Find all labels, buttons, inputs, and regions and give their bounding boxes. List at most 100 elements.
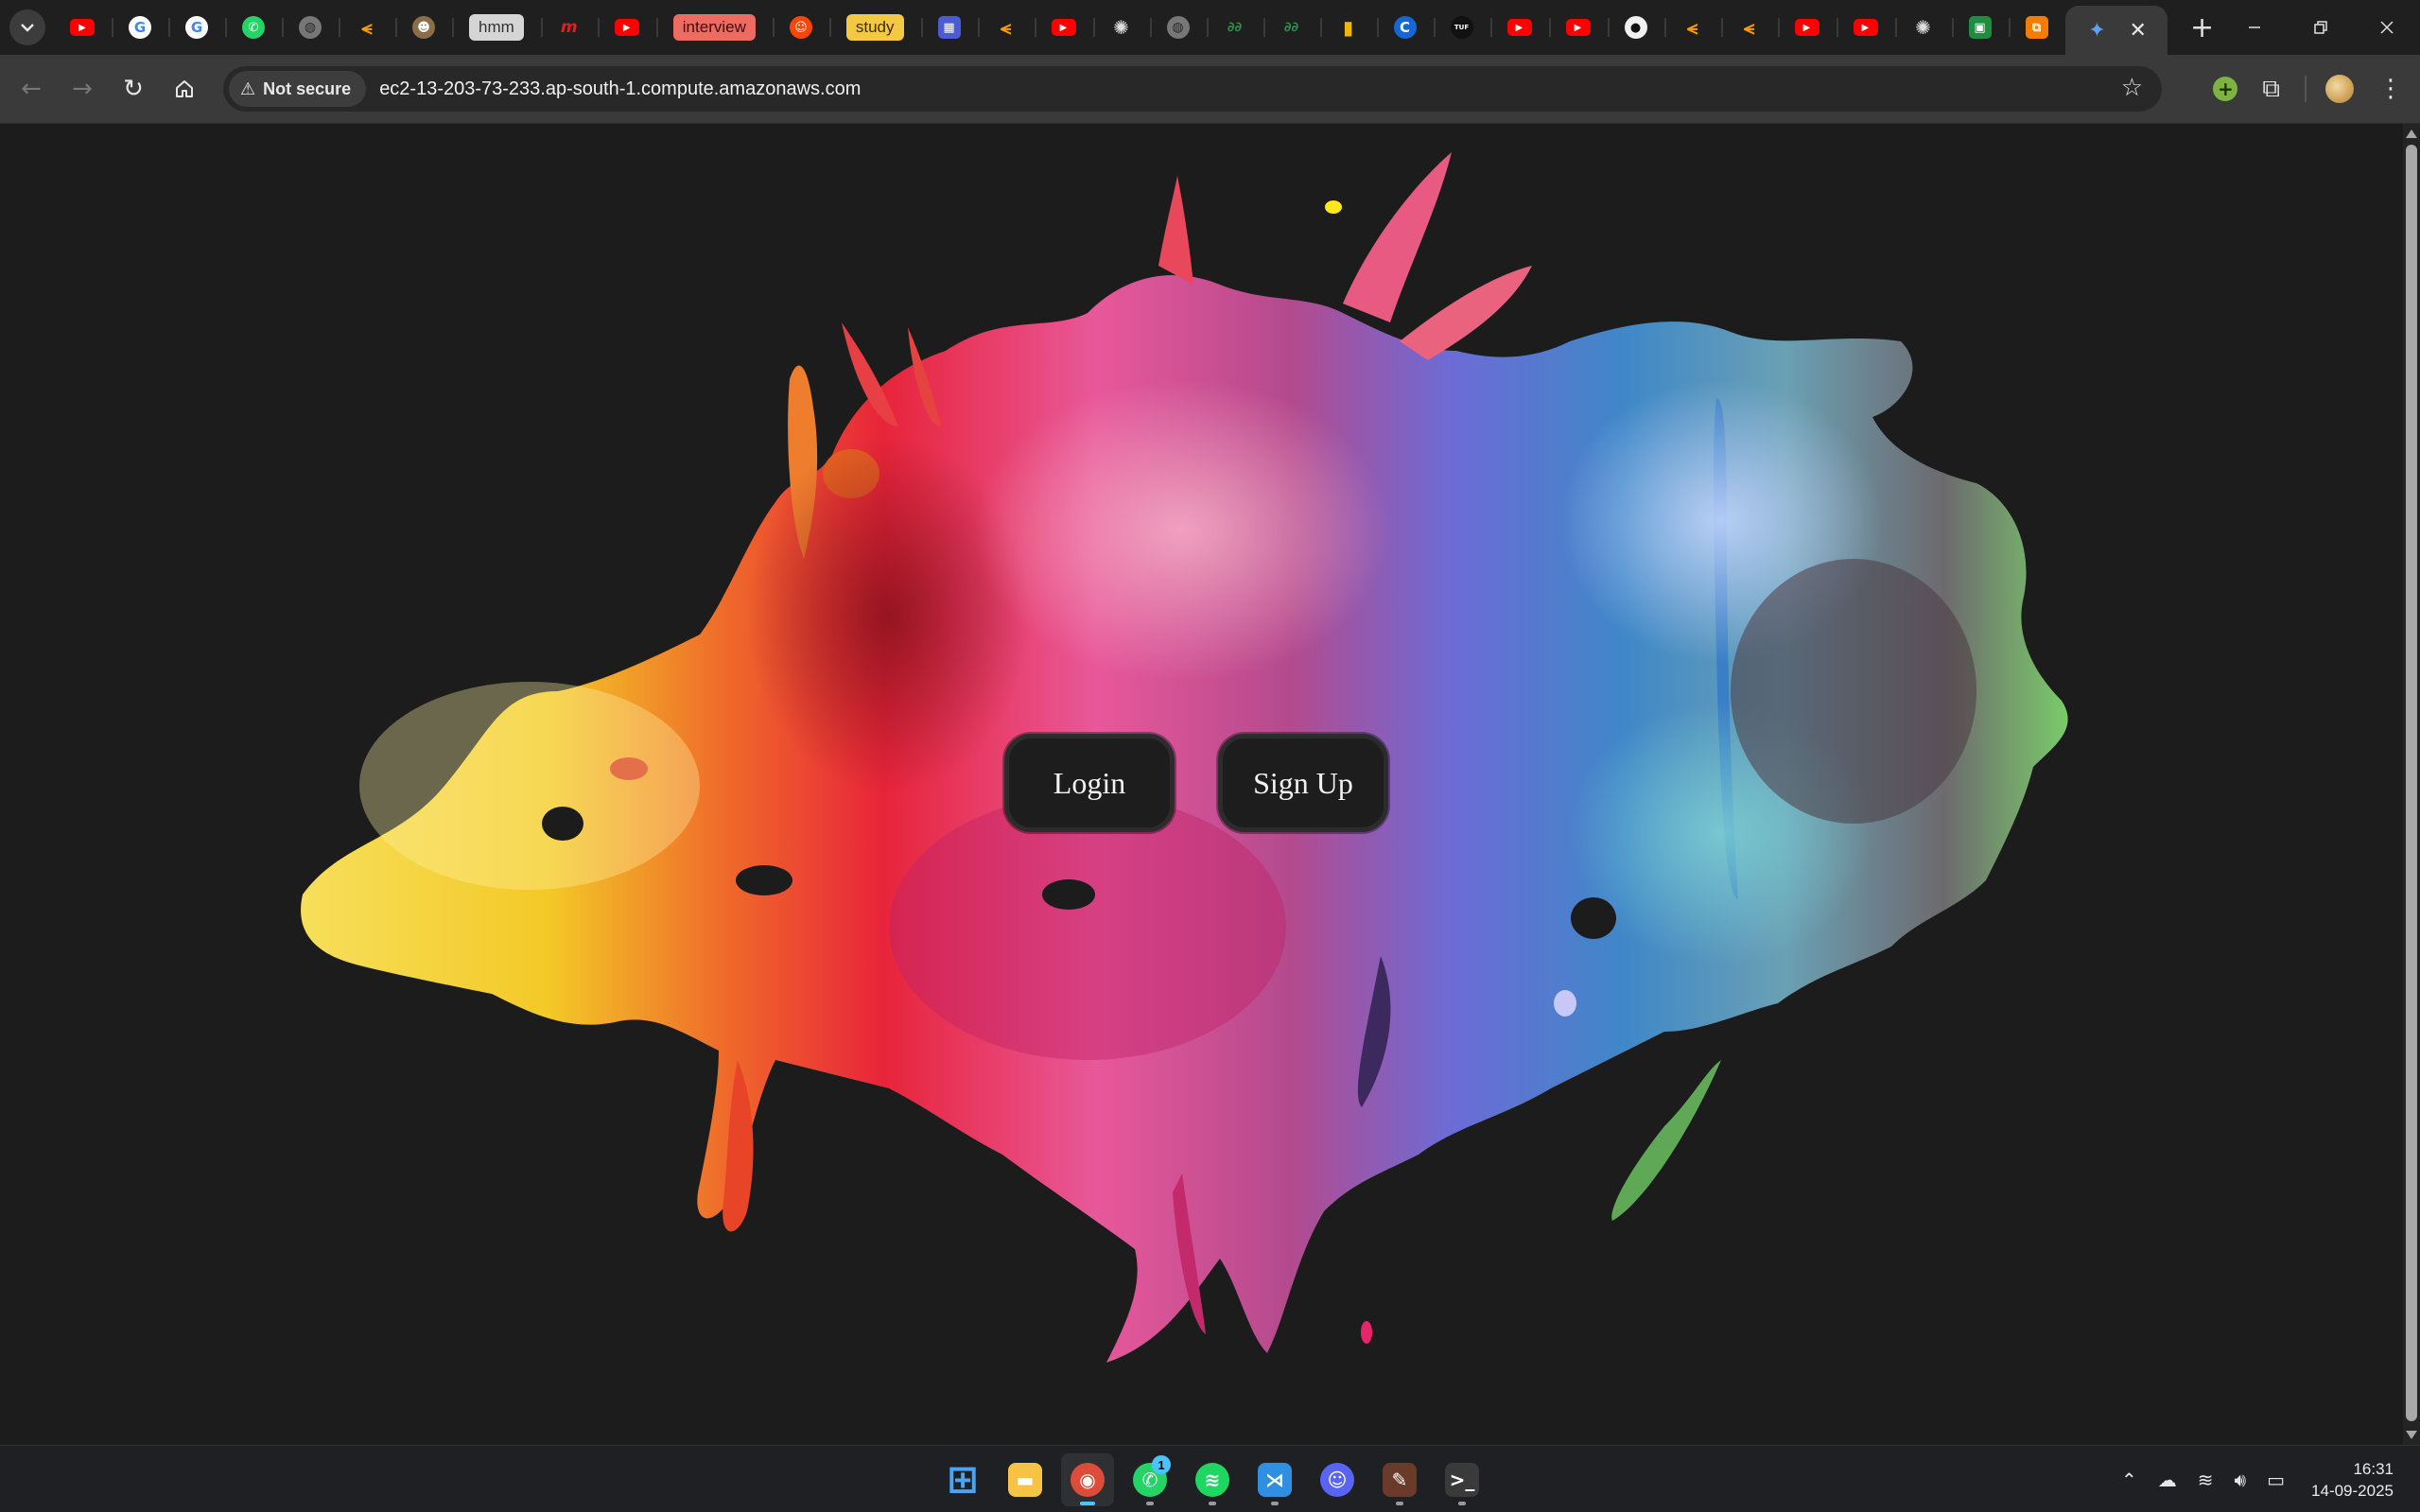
reload-button[interactable]: ↻ bbox=[108, 63, 159, 114]
vscode-icon: ⋊ bbox=[1258, 1463, 1292, 1497]
back-button[interactable]: ← bbox=[6, 63, 57, 114]
running-indicator bbox=[1271, 1502, 1279, 1505]
google-icon: G bbox=[185, 16, 208, 39]
tab-group-chip[interactable]: interview bbox=[672, 14, 756, 41]
geeksforgeeks-icon: ∂∂ bbox=[1283, 20, 1299, 35]
tab-search-button[interactable] bbox=[9, 9, 45, 45]
browser-tab[interactable]: ∂∂ bbox=[1206, 0, 1263, 55]
address-bar[interactable]: ⚠ Not secure ec2-13-203-73-233.ap-south-… bbox=[223, 66, 2162, 112]
browser-tab[interactable]: interview bbox=[655, 0, 773, 55]
amazon-icon: ⪪ bbox=[1686, 16, 1698, 39]
green-extension-icon[interactable]: + bbox=[2213, 77, 2238, 101]
browser-tab[interactable]: ⪪ bbox=[1663, 0, 1721, 55]
restore-button[interactable] bbox=[2288, 0, 2354, 55]
browser-menu-icon[interactable]: ⋮ bbox=[2378, 75, 2403, 103]
amazon-icon: ⪪ bbox=[361, 16, 373, 39]
browser-tab[interactable]: ▶ bbox=[1489, 0, 1549, 55]
tab-list: ▶ G G ✆ ◍ ⪪ ☻ hmm m ▶ interview ☺ study ▦ ⪪ ▶ ✺ ◍ ∂∂ ∂∂ ▮ C TU… bbox=[53, 0, 2168, 55]
taskbar-tool-button[interactable]: ✎ bbox=[1373, 1453, 1426, 1506]
browser-tab[interactable]: ☻ bbox=[395, 0, 452, 55]
browser-tab[interactable]: ⪪ bbox=[339, 0, 395, 55]
taskbar-discord-button[interactable]: ☺ bbox=[1311, 1453, 1364, 1506]
whatsapp-icon: ✆ bbox=[242, 16, 265, 39]
tab-group-chip[interactable]: hmm bbox=[469, 14, 524, 41]
clock[interactable]: 16:31 14-09-2025 bbox=[2311, 1458, 2394, 1502]
minimize-button[interactable] bbox=[2221, 0, 2288, 55]
auth-buttons: Login Sign Up bbox=[1004, 734, 1388, 832]
spotify-icon: ≋ bbox=[1195, 1463, 1229, 1497]
close-window-button[interactable] bbox=[2354, 0, 2420, 55]
browser-tab[interactable]: ▦ bbox=[920, 0, 978, 55]
browser-tab[interactable]: ✦ ✕ bbox=[2064, 6, 2168, 55]
openai-icon: ✺ bbox=[1113, 16, 1129, 39]
browser-tab[interactable]: TUF bbox=[1433, 0, 1490, 55]
signup-button[interactable]: Sign Up bbox=[1218, 734, 1388, 832]
windows-taskbar: ⊞ ▬ ◉ ✆ 1 ≋ ⋊ ☺ ✎ >_ ⌃ ☁ ≋ 🔊︎ ▭ 16:31 14-09-2025 bbox=[0, 1445, 2420, 1512]
browser-tab[interactable]: ▮ bbox=[1319, 0, 1377, 55]
browser-tab[interactable]: C bbox=[1376, 0, 1434, 55]
new-tab-button[interactable]: + bbox=[2190, 11, 2214, 44]
browser-tab[interactable]: study bbox=[828, 0, 921, 55]
volume-icon[interactable]: 🔊︎ bbox=[2235, 1469, 2247, 1491]
chevron-up-icon[interactable]: ⌃ bbox=[2121, 1469, 2137, 1491]
browser-tab[interactable]: ▶ bbox=[1777, 0, 1837, 55]
wifi-icon[interactable]: ≋ bbox=[2198, 1469, 2214, 1491]
browser-tab[interactable]: ⧉ bbox=[2008, 0, 2065, 55]
home-icon bbox=[176, 80, 193, 97]
taskbar-terminal-button[interactable]: >_ bbox=[1436, 1453, 1489, 1506]
home-button[interactable] bbox=[159, 63, 210, 114]
browser-tab[interactable]: ▶ bbox=[1548, 0, 1608, 55]
browser-tab[interactable]: ▶ bbox=[53, 0, 112, 55]
arrow-left-icon: ← bbox=[21, 75, 42, 103]
onedrive-cloud-icon[interactable]: ☁ bbox=[2158, 1469, 2177, 1491]
taskbar-whatsapp-button[interactable]: ✆ 1 bbox=[1123, 1453, 1176, 1506]
bookmark-star-icon[interactable]: ☆ bbox=[2121, 74, 2143, 102]
page-scrollbar[interactable] bbox=[2403, 124, 2420, 1445]
browser-tab[interactable]: ✺ bbox=[1894, 0, 1952, 55]
browser-tab[interactable]: ✺ bbox=[1092, 0, 1150, 55]
browser-tab[interactable]: ● bbox=[1607, 0, 1664, 55]
taskbar-vscode-button[interactable]: ⋊ bbox=[1248, 1453, 1301, 1506]
browser-tab[interactable]: hmm bbox=[452, 0, 541, 55]
login-button[interactable]: Login bbox=[1004, 734, 1175, 832]
browser-tab[interactable]: ▶ bbox=[1034, 0, 1093, 55]
profile-avatar[interactable] bbox=[2325, 75, 2354, 103]
extensions-puzzle-icon[interactable]: ⧉ bbox=[2262, 75, 2280, 104]
globe-icon: ◍ bbox=[1166, 16, 1190, 39]
bar-chart-icon: ▮ bbox=[1343, 16, 1354, 39]
forward-button[interactable]: → bbox=[57, 63, 108, 114]
toolbar-divider bbox=[2305, 76, 2307, 102]
browser-tab[interactable]: m bbox=[540, 0, 598, 55]
browser-tab[interactable]: ▶ bbox=[597, 0, 656, 55]
scroll-up-arrow-icon[interactable] bbox=[2406, 130, 2417, 138]
tab-group-chip[interactable]: study bbox=[845, 14, 904, 41]
close-tab-icon[interactable]: ✕ bbox=[2130, 19, 2147, 43]
arrow-right-icon: → bbox=[72, 75, 93, 103]
notification-badge: 1 bbox=[1152, 1455, 1171, 1474]
scroll-thumb[interactable] bbox=[2406, 145, 2417, 1421]
browser-tab[interactable]: ☺ bbox=[772, 0, 829, 55]
openai-icon: ✺ bbox=[1915, 16, 1931, 39]
running-indicator bbox=[1458, 1502, 1466, 1505]
browser-tab[interactable]: G bbox=[168, 0, 225, 55]
taskbar-chrome-button[interactable]: ◉ bbox=[1061, 1453, 1114, 1506]
browser-tab[interactable]: G bbox=[112, 0, 168, 55]
browser-tab[interactable]: ▶ bbox=[1836, 0, 1895, 55]
youtube-icon: ▶ bbox=[614, 19, 639, 36]
browser-tab[interactable]: ▣ bbox=[1951, 0, 2009, 55]
taskbar-spotify-button[interactable]: ≋ bbox=[1186, 1453, 1239, 1506]
browser-tab[interactable]: ◍ bbox=[1149, 0, 1207, 55]
site-info-button[interactable]: ⚠ Not secure bbox=[229, 71, 367, 107]
reddit-icon: ☺ bbox=[789, 16, 812, 39]
battery-icon[interactable]: ▭ bbox=[2267, 1469, 2285, 1491]
browser-tab[interactable]: ⪪ bbox=[1720, 0, 1778, 55]
scroll-down-arrow-icon[interactable] bbox=[2406, 1431, 2417, 1439]
browser-tab[interactable]: ◍ bbox=[282, 0, 339, 55]
taskbar-start-button[interactable]: ⊞ bbox=[936, 1453, 989, 1506]
browser-tab[interactable]: ✆ bbox=[225, 0, 282, 55]
google-icon: G bbox=[129, 16, 151, 39]
browser-tab[interactable]: ∂∂ bbox=[1262, 0, 1320, 55]
browser-tab[interactable]: ⪪ bbox=[977, 0, 1035, 55]
url-text[interactable]: ec2-13-203-73-233.ap-south-1.compute.ama… bbox=[379, 78, 861, 100]
taskbar-file-explorer-button[interactable]: ▬ bbox=[999, 1453, 1052, 1506]
